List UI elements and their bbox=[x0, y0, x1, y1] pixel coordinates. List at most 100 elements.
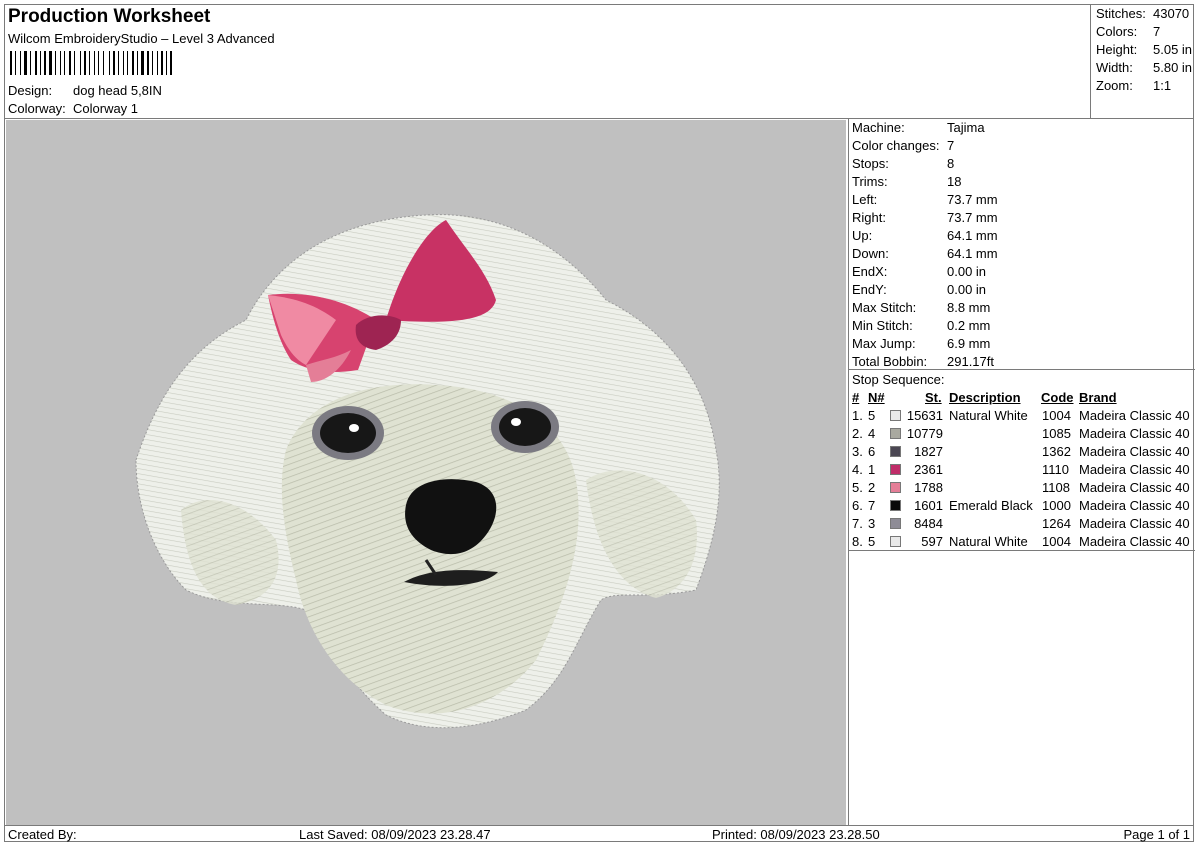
spec-value: 291.17ft bbox=[947, 354, 994, 369]
page-number: Page 1 of 1 bbox=[1123, 827, 1191, 842]
spec-row: Min Stitch: 0.2 mm bbox=[852, 318, 990, 334]
footer: Created By: Last Saved: 08/09/2023 23.28… bbox=[4, 825, 1194, 843]
col-header-needle: N# bbox=[868, 390, 885, 405]
spec-value: 18 bbox=[947, 174, 962, 189]
stop-row-brand: Madeira Classic 40 bbox=[1079, 462, 1190, 477]
barcode bbox=[10, 51, 172, 75]
stop-row-brand: Madeira Classic 40 bbox=[1079, 498, 1190, 513]
stop-sequence-title: Stop Sequence: bbox=[852, 372, 945, 387]
design-value: dog head 5,8IN bbox=[73, 83, 162, 98]
col-header-brand: Brand bbox=[1079, 390, 1117, 405]
design-stats: Stitches: 43070 Colors: 7 Height: 5.05 in W… bbox=[1090, 4, 1195, 118]
color-swatch bbox=[890, 536, 901, 547]
stop-row-description: Emerald Black bbox=[949, 498, 1033, 513]
stop-row-brand: Madeira Classic 40 bbox=[1079, 444, 1190, 459]
last-saved: Last Saved: 08/09/2023 23.28.47 bbox=[299, 827, 491, 842]
stop-row-code: 1085 bbox=[1042, 426, 1071, 441]
created-by: Created By: bbox=[8, 827, 77, 842]
stop-row-brand: Madeira Classic 40 bbox=[1079, 534, 1190, 549]
stop-row-number: 8. bbox=[852, 534, 863, 549]
col-header-num: # bbox=[852, 390, 860, 405]
spec-label: Trims: bbox=[852, 174, 888, 189]
spec-value: 7 bbox=[947, 138, 955, 153]
stop-row-number: 2. bbox=[852, 426, 863, 441]
colorway-label: Colorway: bbox=[8, 101, 66, 116]
spec-value: 0.00 in bbox=[947, 282, 987, 297]
color-swatch bbox=[890, 518, 901, 529]
stop-row-needle: 5 bbox=[868, 534, 876, 549]
spec-value: 8 bbox=[947, 156, 955, 171]
spec-label: Down: bbox=[852, 246, 889, 261]
stop-row-needle: 2 bbox=[868, 480, 876, 495]
col-header-code: Code bbox=[1041, 390, 1074, 405]
col-header-description: Description bbox=[949, 390, 1021, 405]
design-preview bbox=[6, 120, 846, 825]
colorway-value: Colorway 1 bbox=[73, 101, 139, 116]
stop-row-stitches: 10779 bbox=[906, 426, 943, 441]
stop-row-needle: 5 bbox=[868, 408, 876, 423]
stop-row-brand: Madeira Classic 40 bbox=[1079, 426, 1190, 441]
spec-row: Color changes: 7 bbox=[852, 138, 954, 154]
stop-row-code: 1362 bbox=[1042, 444, 1071, 459]
col-header-stitches: St. bbox=[925, 390, 942, 405]
spec-row: Left: 73.7 mm bbox=[852, 192, 998, 208]
spec-label: Up: bbox=[852, 228, 873, 243]
spec-label: Total Bobbin: bbox=[852, 354, 928, 369]
spec-value: 0.00 in bbox=[947, 264, 987, 279]
table-divider bbox=[849, 550, 1195, 551]
stop-row-needle: 6 bbox=[868, 444, 876, 459]
stop-row-brand: Madeira Classic 40 bbox=[1079, 516, 1190, 531]
stat-width: Width: 5.80 in bbox=[1096, 60, 1193, 75]
spec-label: Max Stitch: bbox=[852, 300, 917, 315]
stop-row-number: 5. bbox=[852, 480, 863, 495]
stat-stitches: Stitches: 43070 bbox=[1096, 6, 1190, 21]
stop-row-code: 1004 bbox=[1042, 408, 1071, 423]
spec-value: 73.7 mm bbox=[947, 192, 998, 207]
stop-row-stitches: 1601 bbox=[914, 498, 943, 513]
spec-label: Machine: bbox=[852, 120, 905, 135]
spec-label: Max Jump: bbox=[852, 336, 916, 351]
spec-label: Stops: bbox=[852, 156, 889, 171]
stop-row-needle: 4 bbox=[868, 426, 876, 441]
stop-row-number: 6. bbox=[852, 498, 863, 513]
dog-head-embroidery-image bbox=[135, 214, 720, 729]
stop-row-stitches: 2361 bbox=[914, 462, 943, 477]
spec-row: Down: 64.1 mm bbox=[852, 246, 998, 262]
color-swatch bbox=[890, 428, 901, 439]
color-swatch bbox=[890, 446, 901, 457]
software-name: Wilcom EmbroideryStudio – Level 3 Advanc… bbox=[8, 31, 275, 46]
stat-colors: Colors: 7 bbox=[1096, 24, 1161, 39]
panel-divider bbox=[849, 369, 1195, 370]
color-swatch bbox=[890, 410, 901, 421]
spec-value: 64.1 mm bbox=[947, 246, 998, 261]
spec-row: Up: 64.1 mm bbox=[852, 228, 998, 244]
spec-row: EndX: 0.00 in bbox=[852, 264, 986, 280]
spec-row: Total Bobbin: 291.17ft bbox=[852, 354, 994, 370]
stop-row-stitches: 15631 bbox=[906, 408, 943, 423]
stop-row-stitches: 1827 bbox=[914, 444, 943, 459]
stop-row-brand: Madeira Classic 40 bbox=[1079, 408, 1190, 423]
stop-row-stitches: 597 bbox=[921, 534, 943, 549]
stop-row-number: 7. bbox=[852, 516, 863, 531]
stop-row-needle: 7 bbox=[868, 498, 876, 513]
spec-value: 64.1 mm bbox=[947, 228, 998, 243]
spec-row: Max Jump: 6.9 mm bbox=[852, 336, 990, 352]
spec-value: Tajima bbox=[947, 120, 985, 135]
spec-value: 0.2 mm bbox=[947, 318, 991, 333]
spec-label: EndY: bbox=[852, 282, 887, 297]
stop-row-code: 1108 bbox=[1042, 480, 1070, 495]
stop-row-description: Natural White bbox=[949, 534, 1028, 549]
stop-row-number: 1. bbox=[852, 408, 863, 423]
spec-label: Min Stitch: bbox=[852, 318, 913, 333]
stop-row-number: 4. bbox=[852, 462, 863, 477]
stop-row-code: 1000 bbox=[1042, 498, 1071, 513]
stop-row-needle: 1 bbox=[868, 462, 876, 477]
printed-date: Printed: 08/09/2023 23.28.50 bbox=[712, 827, 880, 842]
spec-row: Trims: 18 bbox=[852, 174, 961, 190]
spec-row: Stops: 8 bbox=[852, 156, 954, 172]
spec-value: 8.8 mm bbox=[947, 300, 991, 315]
stop-row-needle: 3 bbox=[868, 516, 876, 531]
stop-row-stitches: 8484 bbox=[914, 516, 943, 531]
color-swatch bbox=[890, 482, 901, 493]
stat-height: Height: 5.05 in bbox=[1096, 42, 1193, 57]
